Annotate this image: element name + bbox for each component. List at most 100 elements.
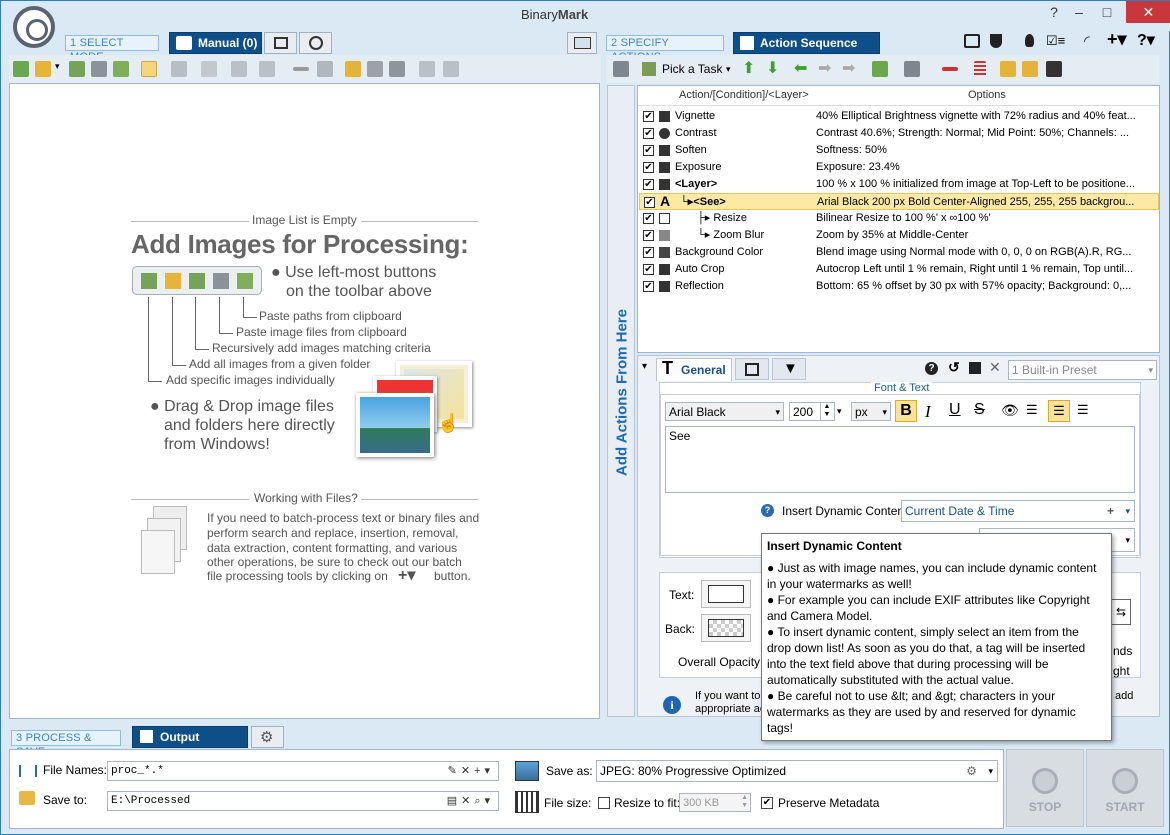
enabled-checkbox[interactable]: ✔ [643, 247, 654, 258]
visibility-icon[interactable]: 👁 [1001, 402, 1019, 419]
text-content-field[interactable]: See [665, 426, 1135, 493]
action-row[interactable]: ✔ Vignette 40% Elliptical Brightness vign… [639, 108, 1159, 125]
settings-gear-icon[interactable] [13, 6, 55, 48]
align-center-icon[interactable]: ☰ [1048, 400, 1070, 422]
font-size-spinner[interactable]: ▲ ▼ [820, 403, 833, 420]
action-row[interactable]: ✔ Soften Softness: 50% [639, 142, 1159, 159]
enabled-checkbox[interactable]: ✔ [643, 230, 654, 241]
tab-watch-folder[interactable] [264, 32, 297, 54]
enabled-checkbox[interactable]: ✔ [643, 128, 654, 139]
recursive-add-icon[interactable] [69, 61, 85, 77]
tab-general[interactable]: T General [656, 358, 732, 381]
save-sequence-icon[interactable] [1046, 61, 1062, 77]
move-next-icon[interactable]: ➡ [842, 58, 855, 78]
resize-to-fit-input[interactable]: 300 KB ▲ ▼ [679, 793, 751, 812]
console-icon[interactable] [964, 34, 980, 48]
delete-preset-icon[interactable]: ✕ [989, 359, 1001, 376]
enabled-checkbox[interactable]: ✔ [643, 162, 654, 173]
preview-toggle[interactable] [567, 32, 597, 54]
open-folder-icon[interactable] [1022, 61, 1038, 77]
start-button[interactable]: START [1086, 749, 1164, 827]
tab-schedule[interactable] [299, 32, 332, 54]
checklist-icon[interactable]: ☑≡ [1046, 34, 1065, 48]
bold-toggle[interactable]: B [895, 400, 917, 422]
move-right-icon[interactable]: ➡ [818, 58, 831, 78]
paste-files-icon[interactable] [91, 61, 107, 77]
dynamic-content-select[interactable]: Current Date & Time + ▾ [901, 500, 1135, 522]
enabled-checkbox[interactable]: ✔ [643, 145, 654, 156]
enabled-checkbox[interactable]: ✔ [643, 111, 654, 122]
paste-paths-icon[interactable] [113, 61, 129, 77]
preset-dropdown[interactable]: 1 Built-in Preset ▾ [1008, 360, 1157, 380]
save-to-input[interactable]: E:\Processed ▤✕⌕▾ [107, 791, 499, 811]
action-row[interactable]: ✔ ├▸ Resize Bilinear Resize to 100 %' x ∞… [639, 210, 1159, 227]
remove-icon[interactable] [293, 67, 309, 71]
add-action-icon[interactable] [872, 61, 888, 77]
add-actions-panel-tab[interactable]: Add Actions From Here [607, 85, 635, 717]
tab-layers[interactable] [735, 358, 769, 380]
action-row[interactable]: ✔ Background Color Blend image using Norm… [639, 244, 1159, 261]
italic-toggle[interactable]: I [925, 402, 931, 422]
tab-output-settings[interactable]: Output Settings [132, 726, 248, 764]
lightbulb-icon[interactable] [1025, 34, 1034, 47]
action-row-selected[interactable]: ✔ A └▸<See> Arial Black 200 px Bold Center… [639, 193, 1159, 210]
enabled-checkbox[interactable]: ✔ [644, 197, 655, 208]
wifi-icon[interactable]: ◜ [1084, 32, 1090, 50]
sort-icon[interactable] [259, 61, 275, 77]
add-tools-icon[interactable]: +▾ [1107, 29, 1127, 50]
resize-to-fit-checkbox[interactable] [598, 797, 610, 809]
stop-button[interactable]: STOP [1006, 749, 1084, 827]
remove-all-icon[interactable] [974, 61, 986, 77]
close-button[interactable]: ✕ [1126, 1, 1170, 23]
font-size-dropdown-icon[interactable]: ▾ [837, 406, 842, 417]
enabled-checkbox[interactable]: ✔ [643, 179, 654, 190]
move-up-icon[interactable]: ⬆ [742, 58, 755, 78]
layout-icon[interactable] [419, 61, 435, 77]
enabled-checkbox[interactable]: ✔ [643, 264, 654, 275]
font-unit-select[interactable]: px ▾ [851, 402, 891, 421]
shield-icon[interactable] [990, 34, 1002, 48]
refresh-icon[interactable] [443, 61, 459, 77]
image-info-icon[interactable] [171, 61, 187, 77]
action-settings-icon[interactable] [613, 61, 629, 77]
move-down-icon[interactable]: ⬇ [766, 58, 779, 78]
back-color-swatch-frame[interactable] [701, 614, 751, 642]
preserve-metadata-checkbox[interactable]: ✔ [761, 797, 773, 809]
tab-manual[interactable]: Manual (0) [169, 32, 262, 54]
add-folder-dropdown-icon[interactable]: ▾ [55, 61, 60, 72]
align-left-icon[interactable]: ☰ [1026, 403, 1038, 417]
enabled-checkbox[interactable]: ✔ [643, 213, 654, 224]
reset-icon[interactable]: ↺ [948, 359, 960, 376]
tab-output-advanced[interactable]: ⚙ [251, 726, 284, 748]
action-row[interactable]: ✔ Contrast Contrast 40.6%; Strength: Norm… [639, 125, 1159, 142]
add-condition-icon[interactable] [904, 61, 920, 77]
open-folder-icon[interactable] [345, 61, 361, 77]
list-icon[interactable] [317, 61, 333, 77]
enabled-checkbox[interactable]: ✔ [643, 281, 654, 292]
dynamic-content-help-icon[interactable]: ? [761, 504, 774, 517]
action-row[interactable]: ✔ Reflection Bottom: 65 % offset by 30 px… [639, 278, 1159, 295]
underline-toggle[interactable]: U [949, 401, 961, 419]
save-preset-icon[interactable] [969, 362, 981, 374]
save-list-icon[interactable] [389, 61, 405, 77]
open-list-icon[interactable] [367, 61, 383, 77]
help-menu-icon[interactable]: ?▾ [1137, 30, 1155, 50]
view-thumbnails-icon[interactable] [141, 61, 157, 77]
restore-button[interactable]: □ [1094, 1, 1120, 23]
font-name-select[interactable]: Arial Black ▾ [665, 402, 784, 421]
file-names-input[interactable]: proc_*.* ✎✕+▾ [107, 761, 499, 781]
help-icon[interactable]: ? [925, 362, 938, 375]
column-header-options[interactable]: Options [968, 89, 1006, 101]
action-row[interactable]: ✔ Auto Crop Autocrop Left until 1 % remai… [639, 261, 1159, 278]
link-icon[interactable]: ⇆ [1111, 599, 1131, 625]
add-folder-icon[interactable] [35, 61, 51, 77]
open-sequence-icon[interactable] [1000, 61, 1016, 77]
action-row[interactable]: ✔ Exposure Exposure: 23.4% [639, 159, 1159, 176]
help-window-button[interactable]: ? [1043, 1, 1065, 23]
minimize-button[interactable]: – [1067, 1, 1091, 23]
column-header-action[interactable]: Action/[Condition]/<Layer> [679, 89, 809, 101]
filter-icon[interactable] [231, 61, 247, 77]
text-color-swatch-frame[interactable] [701, 580, 751, 608]
tab-action-sequence[interactable]: Action Sequence (11) [733, 32, 880, 70]
strikethrough-toggle[interactable]: S [974, 401, 985, 419]
